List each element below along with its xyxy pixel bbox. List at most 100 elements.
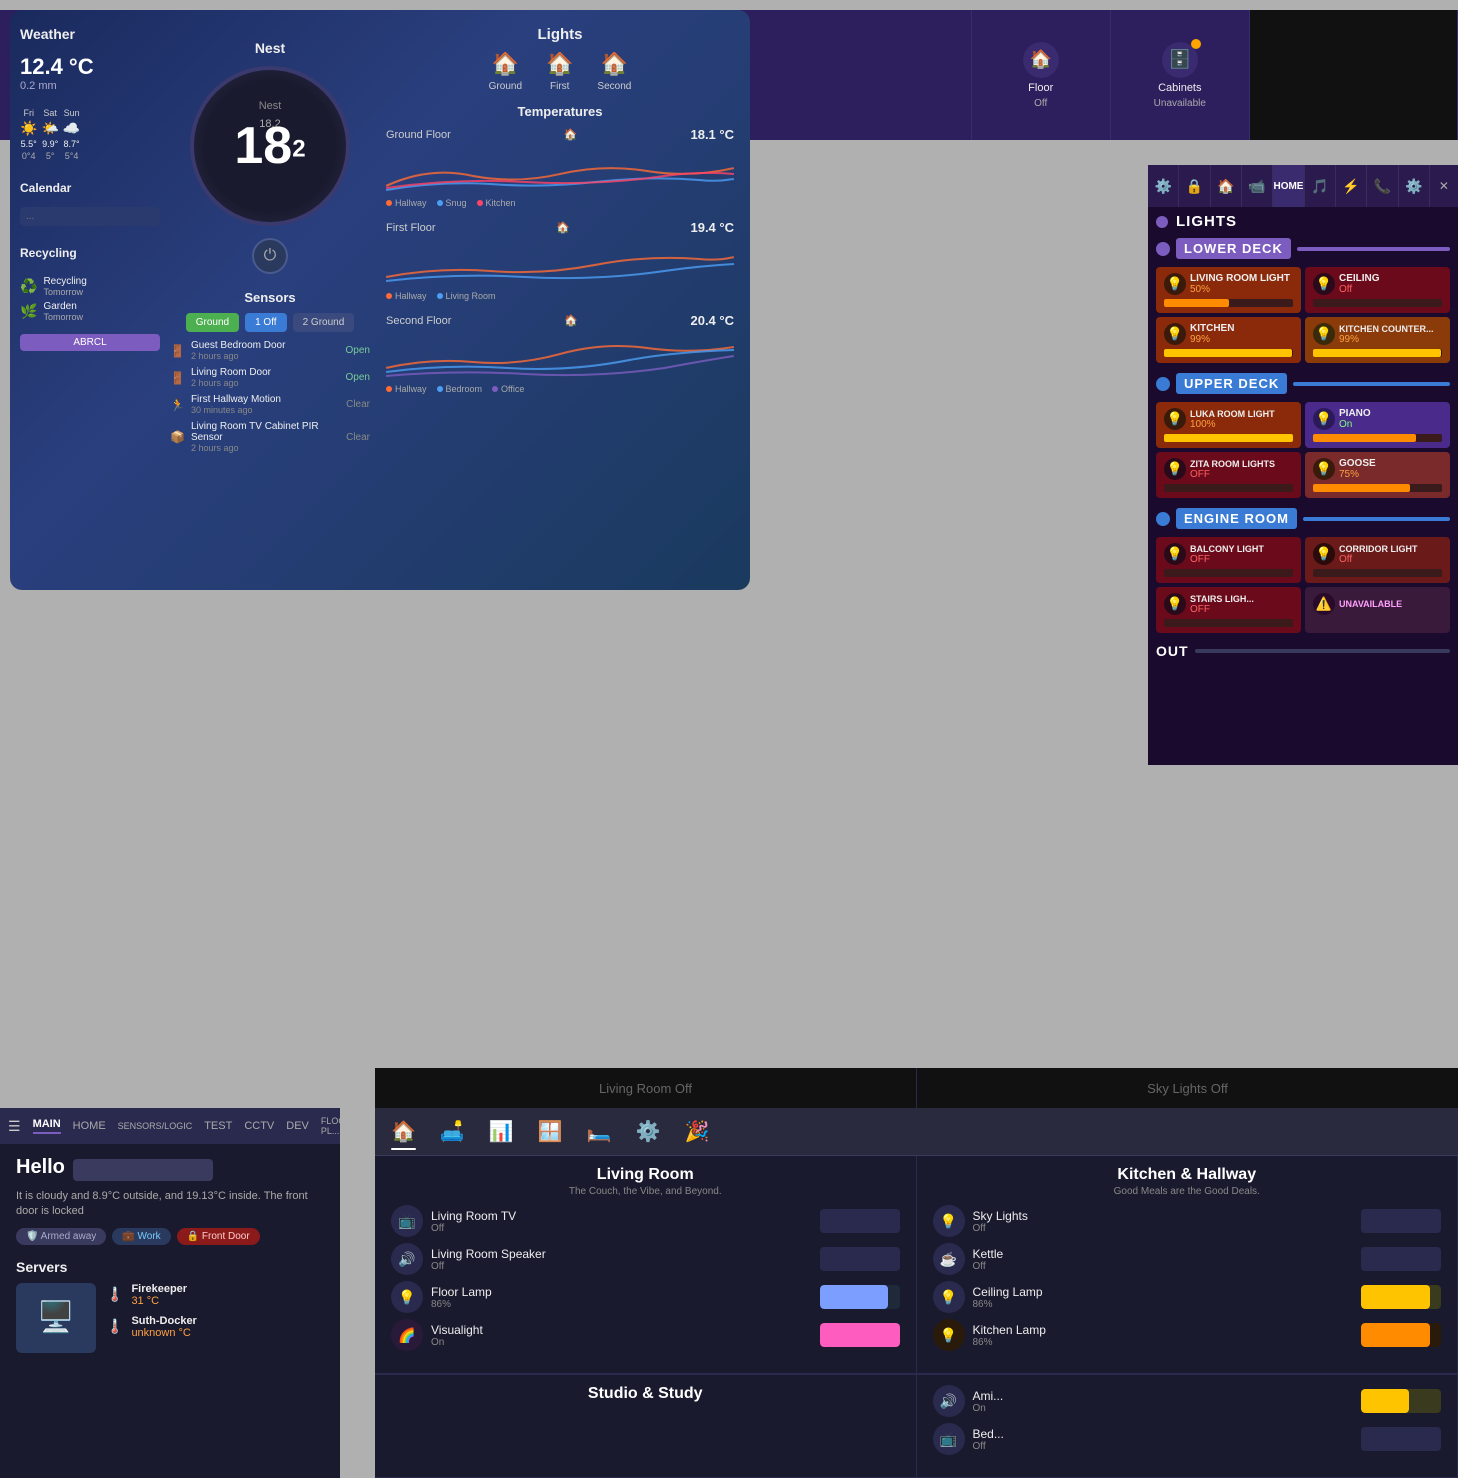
lights-nav-settings[interactable]: ⚙️ (1148, 165, 1179, 207)
second-floor-icon: 🏠 (564, 314, 578, 327)
bed-tv-ctrl[interactable] (1361, 1427, 1441, 1451)
kitchen-hallway-section: Kitchen & Hallway Good Meals are the Goo… (917, 1156, 1458, 1374)
lights-nav-lock[interactable]: 🔒 (1179, 165, 1210, 207)
floor-lamp-ctrl[interactable] (820, 1285, 900, 1309)
floor-btn-2[interactable]: 2 Ground (293, 313, 355, 332)
kettle-ctrl[interactable] (1361, 1247, 1441, 1271)
br-nav-chart[interactable]: 📊 (489, 1119, 514, 1144)
unavailable-card[interactable]: ⚠️ Unavailable (1305, 587, 1450, 633)
nest-title: Nest (255, 40, 285, 56)
tag-work[interactable]: 💼 Work (112, 1228, 170, 1245)
piano-card[interactable]: 💡 Piano On (1305, 402, 1450, 448)
sky-lights-ctrl[interactable] (1361, 1209, 1441, 1233)
visualight-ctrl[interactable] (820, 1323, 900, 1347)
floor-btn-ground[interactable]: Ground (186, 313, 239, 332)
lights-nav-settings2[interactable]: ⚙️ (1399, 165, 1430, 207)
br-nav-party[interactable]: 🎉 (684, 1119, 709, 1144)
second-floor-legend: Hallway Bedroom Office (386, 384, 734, 394)
nav-sensors[interactable]: SENSORS/LOGIC (118, 1121, 193, 1131)
lights-nav-power[interactable]: ⚡ (1336, 165, 1367, 207)
kitchen-light-icon: 💡 (1164, 323, 1186, 345)
ground-floor-icon: 🏠 (564, 128, 578, 141)
kettle-icon: ☕ (933, 1243, 965, 1275)
gap-middle (758, 165, 784, 745)
living-room-light-card[interactable]: 💡 LIVING ROOM LIGHT 50% (1156, 267, 1301, 313)
nav-dev[interactable]: DEV (286, 1120, 309, 1132)
kitchen-lamp-ctrl[interactable] (1361, 1323, 1441, 1347)
br-nav-home[interactable]: 🏠 (391, 1119, 416, 1144)
zita-light-card[interactable]: 💡 ZITA ROOM LIGHTS OFF (1156, 452, 1301, 498)
br-nav-settings[interactable]: ⚙️ (636, 1119, 661, 1144)
lights-floor-first[interactable]: 🏠 First (546, 51, 573, 92)
lights-nav-media[interactable]: 🎵 (1305, 165, 1336, 207)
recycle-icon: ♻️ (20, 278, 37, 295)
lights-floor-second[interactable]: 🏠 Second (597, 51, 631, 92)
ceiling-light-card[interactable]: 💡 Ceiling Off (1305, 267, 1450, 313)
ami-status: On (973, 1403, 1354, 1414)
luka-light-card[interactable]: 💡 LUKA ROOM LIGHT 100% (1156, 402, 1301, 448)
nest-right: Lights 🏠 Ground 🏠 First 🏠 Second Tempera… (370, 10, 750, 590)
nav-home[interactable]: HOME (73, 1120, 106, 1132)
living-room-tv-device: 📺 Living Room TV Off (391, 1205, 900, 1237)
lights-nav-home[interactable]: 🏠 (1211, 165, 1242, 207)
kettle-info: Kettle Off (973, 1247, 1354, 1272)
nav-hamburger[interactable]: ☰ (8, 1118, 21, 1135)
abort-button[interactable]: ABRCL (20, 334, 160, 351)
zita-light-name: ZITA ROOM LIGHTS (1190, 459, 1275, 469)
lights-nav-home-main[interactable]: HOME (1273, 165, 1304, 207)
kitchen-counter-card[interactable]: 💡 Kitchen counter... 99% (1305, 317, 1450, 363)
server-grid: 🖥️ 🌡️ Firekeeper 31 °C 🌡️ Suth-Docker un… (16, 1283, 324, 1353)
floor-btn-1[interactable]: 1 Off (245, 313, 287, 332)
caption-living-room: Living Room Off (375, 1068, 917, 1108)
stairs-card[interactable]: 💡 STAIRS LIGH... OFF (1156, 587, 1301, 633)
ceiling-lamp-device: 💡 Ceiling Lamp 86% (933, 1281, 1442, 1313)
speaker-info: Living Room Speaker Off (431, 1247, 812, 1272)
recycling-row-2: 🌿 GardenTomorrow (20, 301, 160, 322)
balcony-name: BALCONY LIGHT (1190, 544, 1264, 554)
second-floor-temp: 20.4 °C (690, 313, 734, 328)
br-nav-bed[interactable]: 🛏️ (587, 1119, 612, 1144)
lights-dot (1156, 216, 1168, 228)
lights-nav-phone[interactable]: 📞 (1367, 165, 1398, 207)
kitchen-lamp-icon: 💡 (933, 1319, 965, 1351)
tag-armed-away[interactable]: 🛡️ Armed away (16, 1228, 106, 1245)
br-nav-sofa[interactable]: 🛋️ (440, 1119, 465, 1144)
first-floor-section: First Floor 🏠 19.4 °C Hallway Living Roo… (386, 220, 734, 301)
balcony-bar-bg (1164, 569, 1293, 577)
nav-test[interactable]: TEST (204, 1120, 232, 1132)
nav-main[interactable]: MAIN (33, 1118, 61, 1134)
balcony-card[interactable]: 💡 BALCONY LIGHT OFF (1156, 537, 1301, 583)
kitchen-lamp-info: Kitchen Lamp 86% (973, 1323, 1354, 1348)
corridor-card[interactable]: 💡 Corridor light Off (1305, 537, 1450, 583)
bottom-caption-bar: Living Room Off Sky Lights Off (375, 1068, 1458, 1108)
tv-ctrl[interactable] (820, 1209, 900, 1233)
out-header: OUT (1156, 639, 1450, 663)
kitchen-lamp-device: 💡 Kitchen Lamp 86% (933, 1319, 1442, 1351)
lights-close-button[interactable]: ✕ (1430, 165, 1458, 207)
engine-room-bar (1303, 517, 1450, 521)
br-nav-window[interactable]: 🪟 (538, 1119, 563, 1144)
kitchen-lamp-status: 86% (973, 1337, 1354, 1348)
kitchen-light-card[interactable]: 💡 KITCHEN 99% (1156, 317, 1301, 363)
goose-card[interactable]: 💡 Goose 75% (1305, 452, 1450, 498)
ground-floor-temp: 18.1 °C (690, 127, 734, 142)
calendar-input[interactable] (20, 207, 160, 226)
nav-cctv[interactable]: CCTV (244, 1120, 274, 1132)
living-room-devices: 📺 Living Room TV Off 🔊 Living Room Speak… (391, 1205, 900, 1351)
ground-floor-label: Ground Floor (386, 129, 451, 141)
lights-floor-ground[interactable]: 🏠 Ground (489, 51, 522, 92)
lights-nav-camera[interactable]: 📹 (1242, 165, 1273, 207)
speaker-icon: 🔊 (391, 1243, 423, 1275)
user-name-bar (73, 1159, 213, 1181)
speaker-ctrl[interactable] (820, 1247, 900, 1271)
kettle-status: Off (973, 1261, 1354, 1272)
lights-title: Lights (386, 26, 734, 43)
kitchen-title: Kitchen & Hallway (933, 1166, 1442, 1184)
cabinets-label: Cabinets (1158, 82, 1201, 94)
nest-power-button[interactable]: ⏻ (252, 238, 288, 274)
visualight-ctrl-fill (820, 1323, 900, 1347)
tag-front-door[interactable]: 🔒 Front Door (177, 1228, 260, 1245)
kitchen-light-bar-bg (1164, 349, 1293, 357)
ceiling-lamp-ctrl[interactable] (1361, 1285, 1441, 1309)
ami-ctrl[interactable] (1361, 1389, 1441, 1413)
